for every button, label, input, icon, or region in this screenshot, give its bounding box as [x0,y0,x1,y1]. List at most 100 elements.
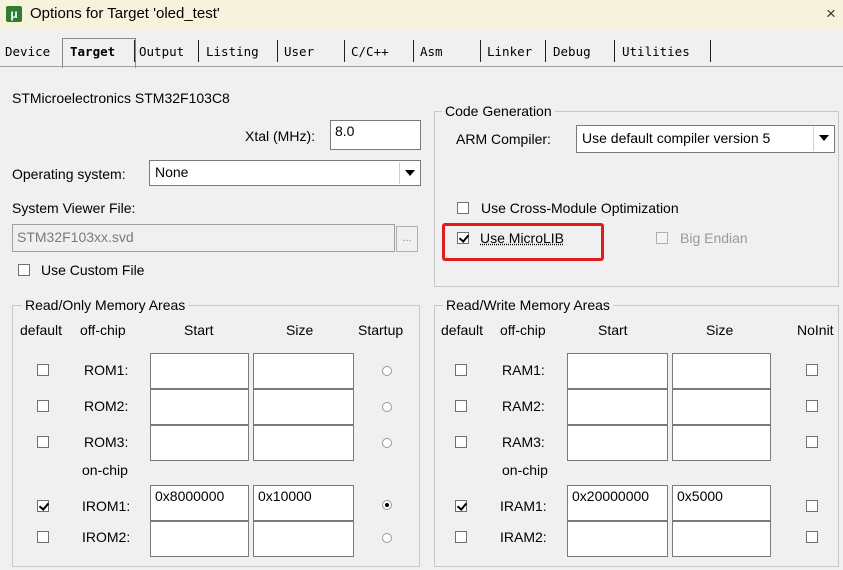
ram2-start-input[interactable] [567,389,668,425]
tab-user[interactable]: User [284,44,314,59]
os-value: None [155,164,189,180]
ram3-label: RAM3: [502,434,545,450]
iram2-default-checkbox[interactable] [455,531,467,543]
irom2-default-checkbox[interactable] [37,531,49,543]
ram2-size-input[interactable] [672,389,771,425]
close-icon[interactable]: × [826,4,836,24]
tab-cc[interactable]: C/C++ [351,44,389,59]
iram2-noinit-checkbox[interactable] [806,531,818,543]
ro-memory-title: Read/Only Memory Areas [22,297,189,313]
xtal-label: Xtal (MHz): [245,128,315,144]
tab-utilities[interactable]: Utilities [622,44,690,59]
ram3-size-input[interactable] [672,425,771,461]
rom2-default-checkbox[interactable] [37,400,49,412]
rw-onchip-label: on-chip [502,462,548,478]
rw-memory-title: Read/Write Memory Areas [443,297,613,313]
iram1-noinit-checkbox[interactable] [806,500,818,512]
ram1-start-input[interactable] [567,353,668,389]
rom2-startup-radio[interactable] [382,402,392,412]
cross-module-checkbox[interactable] [457,202,469,214]
iram2-label: IRAM2: [500,529,547,545]
irom1-default-checkbox[interactable] [37,500,49,512]
tab-separator [134,40,135,62]
ram3-default-checkbox[interactable] [455,436,467,448]
chevron-down-icon[interactable] [813,127,833,151]
rom3-start-input[interactable] [150,425,249,461]
rom1-default-checkbox[interactable] [37,364,49,376]
cross-module-label: Use Cross-Module Optimization [481,200,679,216]
ram3-noinit-checkbox[interactable] [806,436,818,448]
use-custom-file-checkbox[interactable] [18,264,30,276]
ro-header-default: default [20,322,63,338]
svf-label: System Viewer File: [12,200,136,216]
tab-output[interactable]: Output [139,44,184,59]
rom1-label: ROM1: [84,362,129,378]
irom2-label: IROM2: [82,529,131,545]
tab-device[interactable]: Device [5,44,50,59]
rom1-size-input[interactable] [253,353,354,389]
irom1-start-input[interactable]: 0x8000000 [150,485,249,521]
tab-separator [277,40,278,62]
device-name: STMicroelectronics STM32F103C8 [12,90,230,106]
ram1-noinit-checkbox[interactable] [806,364,818,376]
iram2-start-input[interactable] [567,521,668,557]
rw-header-size: Size [706,322,734,338]
tab-divider-line [0,66,843,67]
irom2-startup-radio[interactable] [382,533,392,543]
big-endian-checkbox [656,232,668,244]
arm-compiler-value: Use default compiler version 5 [582,130,771,146]
tab-listing[interactable]: Listing [206,44,259,59]
title-bar: μ Options for Target 'oled_test' × [0,0,843,29]
chevron-down-icon[interactable] [399,162,419,184]
rw-header-noinit: NoInit [797,322,834,338]
arm-compiler-select[interactable]: Use default compiler version 5 [576,125,835,153]
tab-target[interactable]: Target [70,44,115,59]
tab-separator [545,40,546,62]
ro-header-start: Start [184,322,214,338]
use-custom-file-label: Use Custom File [41,262,145,278]
rom1-startup-radio[interactable] [382,366,392,376]
tab-asm[interactable]: Asm [420,44,443,59]
rom3-startup-radio[interactable] [382,438,392,448]
rom1-start-input[interactable] [150,353,249,389]
irom2-size-input[interactable] [253,521,354,557]
iram1-size-input[interactable]: 0x5000 [672,485,771,521]
rw-header-start: Start [598,322,628,338]
rom2-size-input[interactable] [253,389,354,425]
os-label: Operating system: [12,166,126,182]
ram2-default-checkbox[interactable] [455,400,467,412]
ram1-size-input[interactable] [672,353,771,389]
irom1-label: IROM1: [82,498,131,514]
code-generation-title: Code Generation [442,103,555,119]
iram1-start-input[interactable]: 0x20000000 [567,485,668,521]
rom2-start-input[interactable] [150,389,249,425]
app-icon: μ [6,6,22,22]
irom1-size-input[interactable]: 0x10000 [253,485,354,521]
ram1-default-checkbox[interactable] [455,364,467,376]
irom2-start-input[interactable] [150,521,249,557]
tab-debug[interactable]: Debug [553,44,591,59]
rom3-size-input[interactable] [253,425,354,461]
tab-separator [198,40,199,62]
iram2-size-input[interactable] [672,521,771,557]
ram2-noinit-checkbox[interactable] [806,400,818,412]
rw-header-default: default [441,322,484,338]
ro-header-startup: Startup [358,322,404,338]
highlight-box [442,223,604,261]
browse-button: ... [396,226,418,252]
iram1-label: IRAM1: [500,498,547,514]
ro-onchip-label: on-chip [82,462,128,478]
rom3-label: ROM3: [84,434,129,450]
ro-header-size: Size [286,322,314,338]
ram3-start-input[interactable] [567,425,668,461]
tab-separator [413,40,414,62]
tab-separator [344,40,345,62]
rom3-default-checkbox[interactable] [37,436,49,448]
tab-separator [710,40,711,62]
tab-linker[interactable]: Linker [487,44,532,59]
xtal-input[interactable]: 8.0 [330,120,421,150]
rom2-label: ROM2: [84,398,129,414]
irom1-startup-radio[interactable] [382,500,392,510]
os-select[interactable]: None [149,160,421,186]
iram1-default-checkbox[interactable] [455,500,467,512]
